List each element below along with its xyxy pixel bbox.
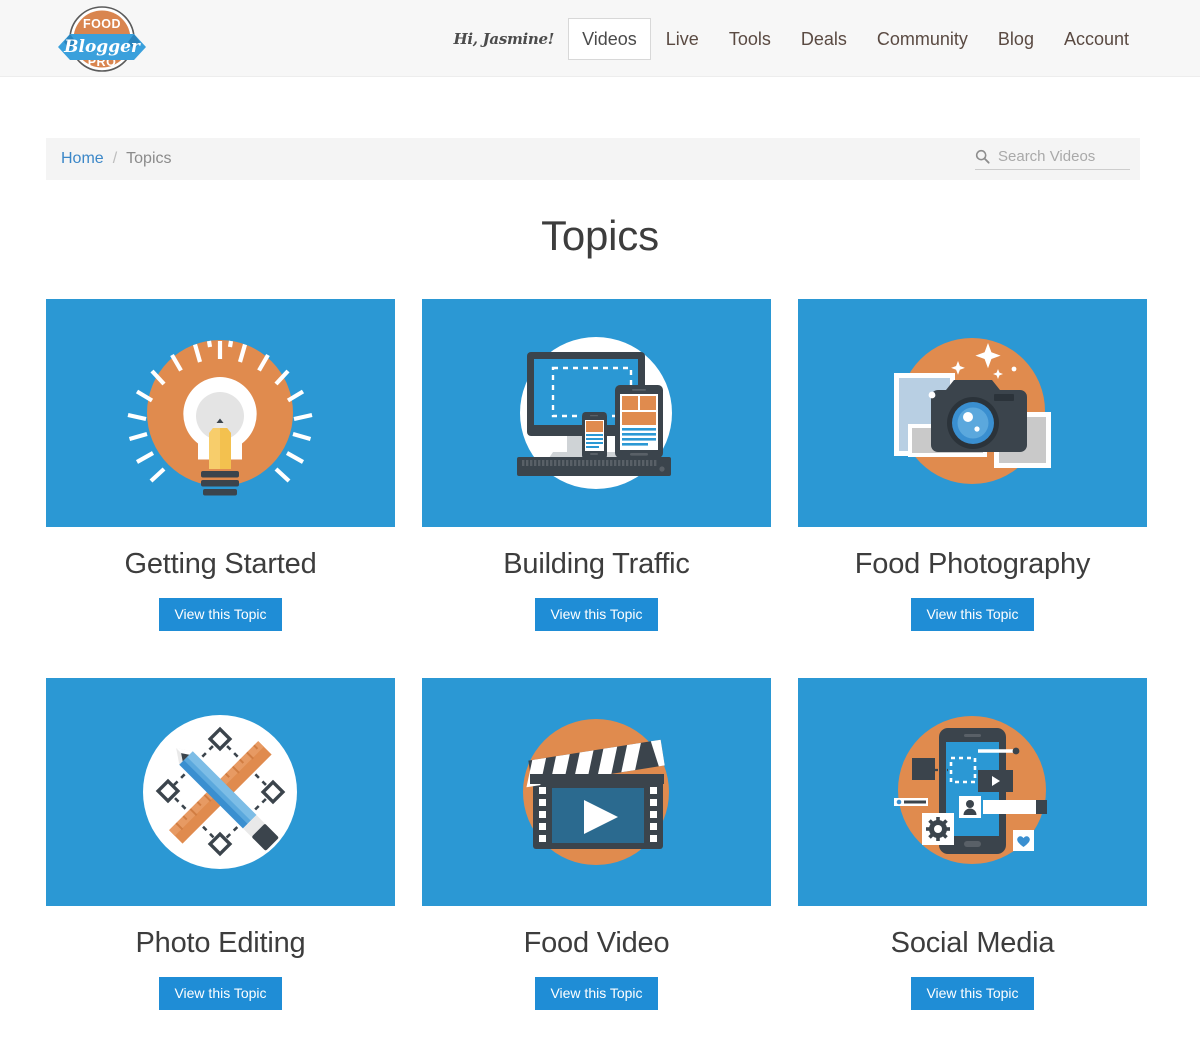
topic-action-row-food-video: View this Topic xyxy=(422,977,771,1010)
nav-item-live[interactable]: Live xyxy=(651,30,714,48)
topic-action-row-photo-editing: View this Topic xyxy=(46,977,395,1010)
nav-item-blog[interactable]: Blog xyxy=(983,30,1049,48)
topic-thumbnail-food-video[interactable] xyxy=(422,678,771,906)
nav-item-account[interactable]: Account xyxy=(1049,30,1144,48)
page-title: Topics xyxy=(541,212,659,259)
search-input[interactable] xyxy=(998,148,1123,165)
topic-card-food-video: Food Video View this Topic xyxy=(422,678,771,1010)
svg-text:Blogger: Blogger xyxy=(63,37,141,57)
breadcrumb-home[interactable]: Home xyxy=(61,150,104,168)
main-navigation: Hi, Jasmine! Videos Live Tools Deals Com… xyxy=(453,0,1144,77)
topic-thumbnail-social-media[interactable] xyxy=(798,678,1147,906)
grid-row-spacer xyxy=(46,631,1147,678)
view-topic-button-photo-editing[interactable]: View this Topic xyxy=(159,977,282,1010)
topic-title-food-photography: Food Photography xyxy=(854,548,1091,580)
search-box[interactable] xyxy=(975,148,1130,170)
breadcrumb: Home / Topics xyxy=(46,150,172,168)
site-header: FOOD PRO Blogger Hi, Jasmine! Videos Liv… xyxy=(0,0,1200,77)
nav-item-community[interactable]: Community xyxy=(862,30,983,48)
topic-title-building-traffic: Building Traffic xyxy=(503,548,690,580)
topic-card-building-traffic: Building Traffic View this Topic xyxy=(422,299,771,631)
view-topic-button-building-traffic[interactable]: View this Topic xyxy=(535,598,658,631)
view-topic-button-social-media[interactable]: View this Topic xyxy=(911,977,1034,1010)
topic-card-photo-editing: Photo Editing View this Topic xyxy=(46,678,395,1010)
topic-grid: Getting Started View this Topic Building… xyxy=(46,299,1148,1010)
topic-thumbnail-getting-started[interactable] xyxy=(46,299,395,527)
breadcrumb-bar: Home / Topics xyxy=(46,138,1140,180)
camera-photos-icon xyxy=(894,338,1051,484)
topic-title-food-video: Food Video xyxy=(523,927,670,959)
topic-action-row-building-traffic: View this Topic xyxy=(422,598,771,631)
view-topic-button-food-video[interactable]: View this Topic xyxy=(535,977,658,1010)
topic-title-getting-started: Getting Started xyxy=(124,548,317,580)
clapperboard-play-icon xyxy=(523,719,669,865)
view-topic-button-food-photography[interactable]: View this Topic xyxy=(911,598,1034,631)
nav-item-videos[interactable]: Videos xyxy=(568,17,651,60)
topic-card-food-photography: Food Photography View this Topic xyxy=(798,299,1147,631)
nav-item-tools[interactable]: Tools xyxy=(714,30,786,48)
breadcrumb-separator: / xyxy=(112,150,118,167)
breadcrumb-current: Topics xyxy=(126,150,172,167)
site-logo[interactable]: FOOD PRO Blogger xyxy=(56,3,148,75)
topic-title-social-media: Social Media xyxy=(890,927,1055,959)
smartphone-social-icon xyxy=(894,716,1047,864)
search-icon xyxy=(975,149,990,164)
page-content: Home / Topics Topics xyxy=(0,138,1200,1010)
topic-thumbnail-photo-editing[interactable] xyxy=(46,678,395,906)
user-greeting: Hi, Jasmine! xyxy=(453,29,555,48)
topic-card-getting-started: Getting Started View this Topic xyxy=(46,299,395,631)
topic-action-row-food-photography: View this Topic xyxy=(798,598,1147,631)
topic-thumbnail-food-photography[interactable] xyxy=(798,299,1147,527)
nav-item-deals[interactable]: Deals xyxy=(786,30,862,48)
lightbulb-pencil-icon xyxy=(127,340,313,496)
topic-title-photo-editing: Photo Editing xyxy=(135,927,306,959)
topic-thumbnail-building-traffic[interactable] xyxy=(422,299,771,527)
view-topic-button-getting-started[interactable]: View this Topic xyxy=(159,598,282,631)
food-blogger-pro-logo-icon: FOOD PRO Blogger xyxy=(58,6,146,72)
responsive-devices-icon xyxy=(517,337,672,489)
svg-text:FOOD: FOOD xyxy=(83,17,121,31)
pencil-ruler-icon xyxy=(143,715,297,869)
topic-action-row-getting-started: View this Topic xyxy=(46,598,395,631)
topic-action-row-social-media: View this Topic xyxy=(798,977,1147,1010)
topic-card-social-media: Social Media View this Topic xyxy=(798,678,1147,1010)
